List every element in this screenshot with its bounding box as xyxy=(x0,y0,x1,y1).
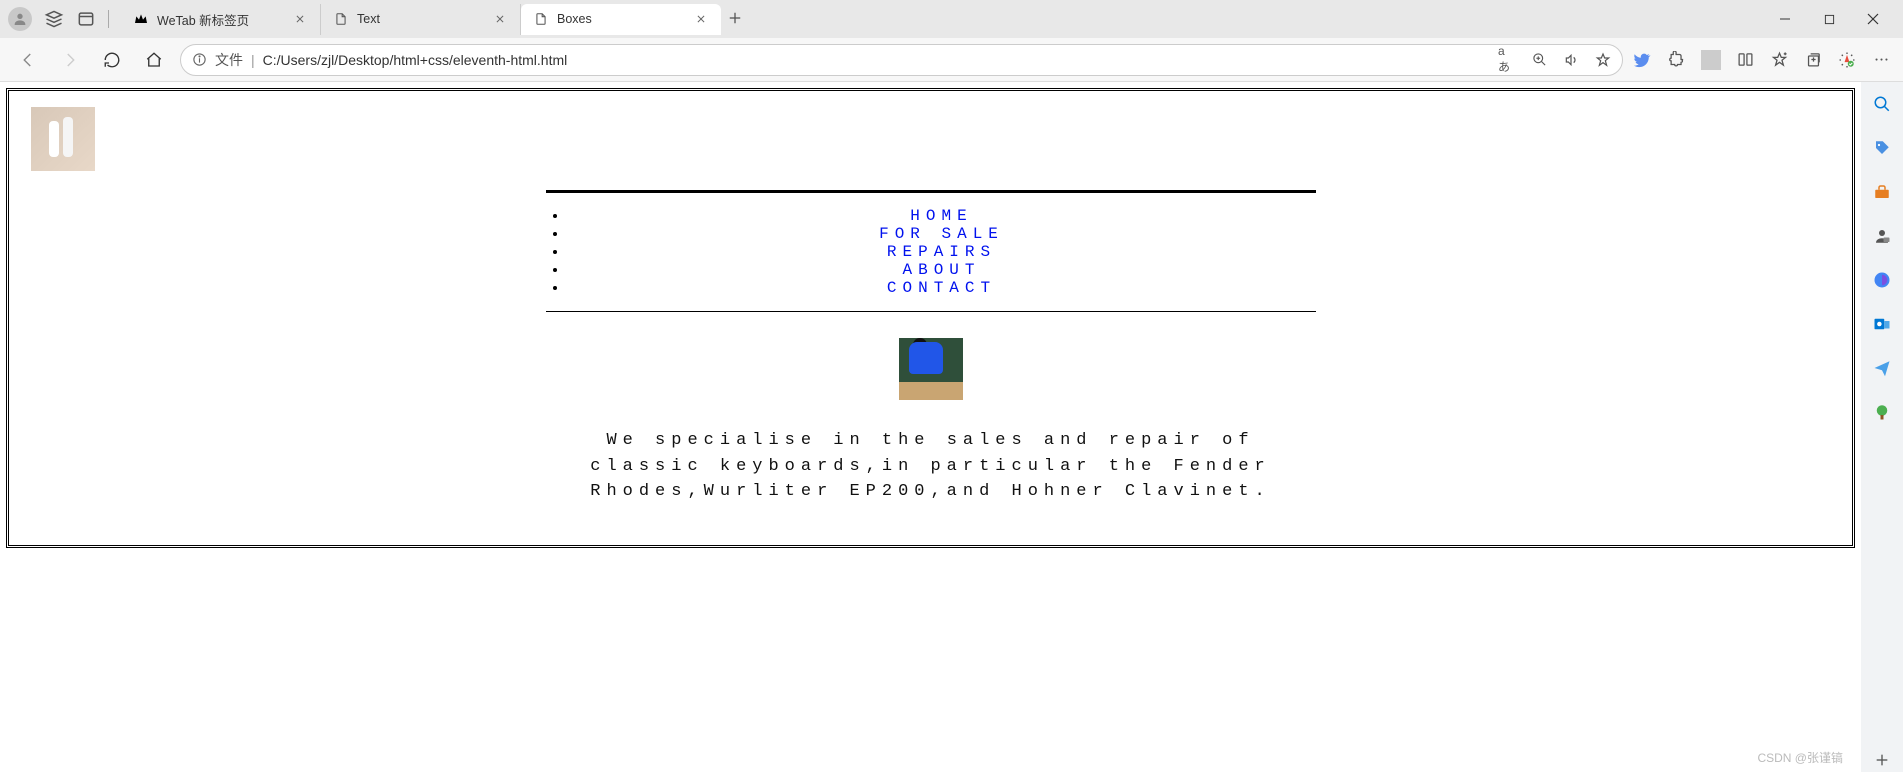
address-separator: | xyxy=(251,52,255,68)
edge-sidebar xyxy=(1861,82,1903,772)
back-button[interactable] xyxy=(12,44,44,76)
address-label: 文件 xyxy=(215,50,243,70)
bird-icon[interactable] xyxy=(1633,50,1653,70)
nav-item-home: HOME xyxy=(568,207,1316,225)
split-screen-icon[interactable] xyxy=(1735,50,1755,70)
tab-title: WeTab 新标签页 xyxy=(157,10,284,29)
profile-avatar[interactable] xyxy=(8,7,32,31)
refresh-button[interactable] xyxy=(96,44,128,76)
minimize-button[interactable] xyxy=(1763,3,1807,35)
zoom-icon[interactable] xyxy=(1530,51,1548,69)
titlebar: WeTab 新标签页 Text Boxes xyxy=(0,0,1903,38)
nav-item-forsale: FOR SALE xyxy=(568,225,1316,243)
outlook-icon[interactable] xyxy=(1870,312,1894,336)
favorites-icon[interactable] xyxy=(1769,50,1789,70)
workspace-icon[interactable] xyxy=(44,9,64,29)
address-bar[interactable]: 文件 | C:/Users/zjl/Desktop/html+css/eleve… xyxy=(180,44,1623,76)
read-aloud-icon[interactable] xyxy=(1562,51,1580,69)
page-viewport: HOME FOR SALE REPAIRS ABOUT CONTACT We s… xyxy=(0,82,1861,772)
tab-boxes[interactable]: Boxes xyxy=(521,4,721,35)
favorite-icon[interactable] xyxy=(1594,51,1612,69)
content-column: HOME FOR SALE REPAIRS ABOUT CONTACT We s… xyxy=(546,190,1316,505)
home-button[interactable] xyxy=(138,44,170,76)
page-frame: HOME FOR SALE REPAIRS ABOUT CONTACT We s… xyxy=(6,88,1855,548)
nav-list: HOME FOR SALE REPAIRS ABOUT CONTACT xyxy=(546,193,1316,311)
nav-item-repairs: REPAIRS xyxy=(568,243,1316,261)
games-icon[interactable] xyxy=(1870,224,1894,248)
tab-overview-icon[interactable] xyxy=(76,9,96,29)
shopping-tag-icon[interactable] xyxy=(1870,136,1894,160)
watermark: CSDN @张谨镐 xyxy=(1757,749,1843,766)
new-tab-button[interactable] xyxy=(721,4,749,32)
center-image xyxy=(899,338,963,400)
crown-icon xyxy=(133,11,149,27)
tab-title: Boxes xyxy=(557,12,685,26)
info-icon[interactable] xyxy=(191,52,207,68)
toolbox-icon[interactable] xyxy=(1870,180,1894,204)
browser-chrome: WeTab 新标签页 Text Boxes xyxy=(0,0,1903,82)
send-icon[interactable] xyxy=(1870,356,1894,380)
close-button[interactable] xyxy=(1851,3,1895,35)
extensions-icon[interactable] xyxy=(1667,50,1687,70)
nav-link-forsale[interactable]: FOR SALE xyxy=(879,225,1004,243)
logo-image xyxy=(31,107,95,171)
maximize-button[interactable] xyxy=(1807,3,1851,35)
tab-wetab[interactable]: WeTab 新标签页 xyxy=(121,4,321,35)
tab-text[interactable]: Text xyxy=(321,4,521,35)
nav-link-repairs[interactable]: REPAIRS xyxy=(887,243,996,261)
nav-item-about: ABOUT xyxy=(568,261,1316,279)
close-icon[interactable] xyxy=(492,11,508,27)
search-icon[interactable] xyxy=(1870,92,1894,116)
tab-title: Text xyxy=(357,12,484,26)
toolbar: 文件 | C:/Users/zjl/Desktop/html+css/eleve… xyxy=(0,38,1903,82)
more-icon[interactable] xyxy=(1871,50,1891,70)
description-text: We specialise in the sales and repair of… xyxy=(546,428,1316,505)
forward-button xyxy=(54,44,86,76)
close-icon[interactable] xyxy=(693,11,709,27)
translate-icon[interactable]: aあ xyxy=(1498,51,1516,69)
nav-link-contact[interactable]: CONTACT xyxy=(887,279,996,297)
close-icon[interactable] xyxy=(292,11,308,27)
address-url: C:/Users/zjl/Desktop/html+css/eleventh-h… xyxy=(263,52,1490,68)
file-icon xyxy=(533,11,549,27)
nav-item-contact: CONTACT xyxy=(568,279,1316,297)
performance-icon[interactable] xyxy=(1837,50,1857,70)
horizontal-rule-thin xyxy=(546,311,1316,312)
tree-icon[interactable] xyxy=(1870,400,1894,424)
tab-strip: WeTab 新标签页 Text Boxes xyxy=(121,4,1755,35)
add-icon[interactable] xyxy=(1870,748,1894,772)
file-icon xyxy=(333,11,349,27)
office-icon[interactable] xyxy=(1870,268,1894,292)
nav-link-about[interactable]: ABOUT xyxy=(902,261,980,279)
collections-icon[interactable] xyxy=(1803,50,1823,70)
nav-link-home[interactable]: HOME xyxy=(910,207,972,225)
